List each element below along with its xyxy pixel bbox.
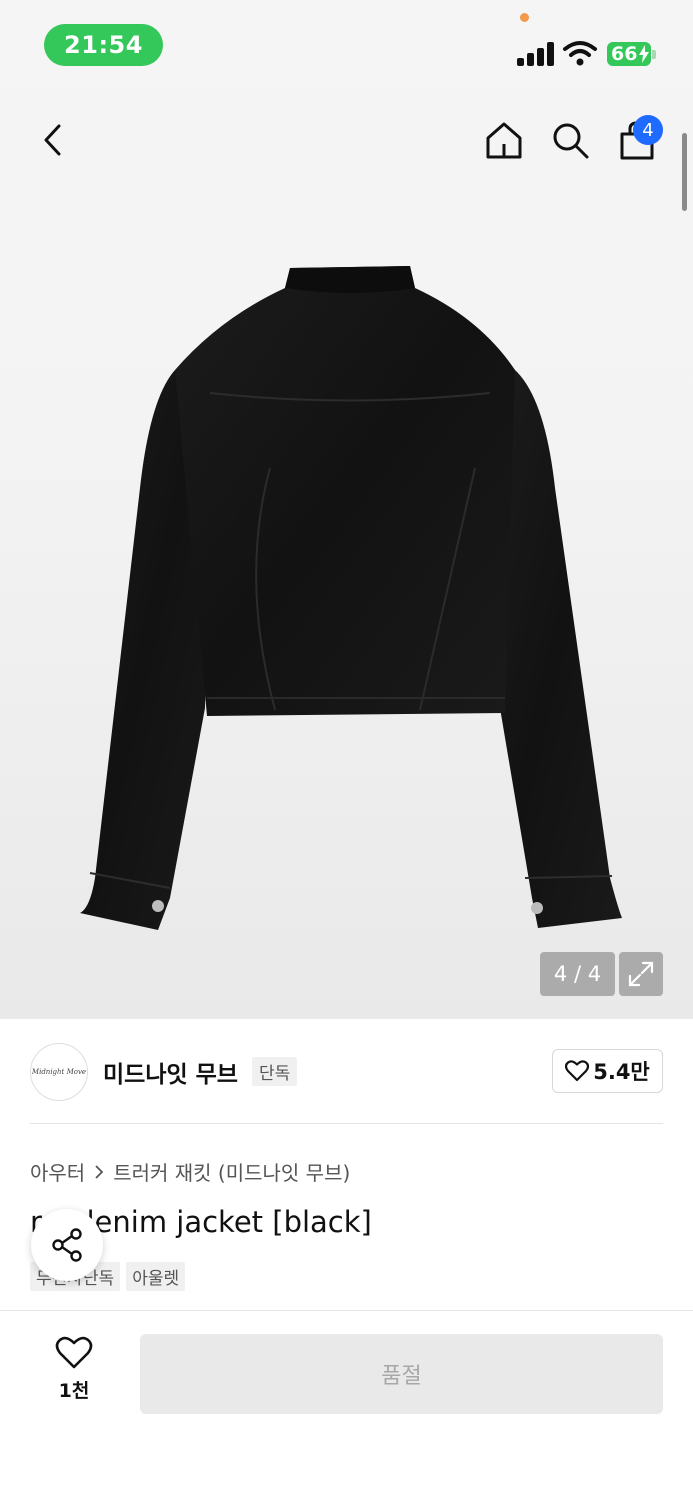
- product-image: [80, 266, 622, 930]
- signal-icon: [517, 42, 555, 66]
- brand-logo[interactable]: Midnight Move: [30, 1043, 88, 1101]
- battery-indicator: 66: [607, 42, 651, 66]
- battery-cap: [652, 50, 656, 59]
- status-time: 21:54: [44, 24, 163, 66]
- search-icon: [553, 123, 589, 159]
- privacy-indicator-dot: [520, 13, 529, 22]
- sold-out-button[interactable]: 품절: [140, 1334, 663, 1414]
- bottom-bar-divider: [0, 1310, 693, 1311]
- home-button[interactable]: [482, 118, 526, 162]
- heart-icon: [565, 1060, 590, 1082]
- wishlist-count: 1천: [58, 1380, 90, 1402]
- heart-icon: [55, 1336, 93, 1369]
- exclusive-badge: 단독: [252, 1057, 298, 1086]
- charging-icon: [639, 45, 650, 63]
- divider: [30, 1123, 663, 1124]
- wifi-icon: [563, 40, 597, 66]
- chevron-left-icon: [44, 124, 61, 156]
- brand-like-button[interactable]: 5.4만: [552, 1049, 663, 1093]
- breadcrumb-subcategory[interactable]: 트러커 재킷 (미드나잇 무브): [113, 1157, 350, 1186]
- home-icon: [486, 122, 522, 159]
- brand-logo-text: Midnight Move: [31, 1068, 87, 1076]
- expand-icon: [628, 961, 654, 987]
- chevron-right-icon: [95, 1164, 104, 1179]
- share-icon: [52, 1228, 82, 1262]
- tag-outlet: 아울렛: [126, 1262, 186, 1291]
- expand-button[interactable]: [619, 952, 663, 996]
- breadcrumb-category[interactable]: 아우터: [30, 1157, 85, 1186]
- image-counter: 4 / 4: [540, 952, 615, 996]
- brand-like-count: 5.4만: [593, 1060, 650, 1084]
- search-button[interactable]: [548, 118, 592, 162]
- back-button[interactable]: [30, 118, 74, 162]
- breadcrumb: 아우터 트러커 재킷 (미드나잇 무브): [30, 1157, 350, 1186]
- share-button[interactable]: [31, 1209, 103, 1281]
- scrollbar[interactable]: [682, 133, 687, 211]
- brand-name-link[interactable]: 미드나잇 무브: [103, 1055, 238, 1089]
- product-image-gallery[interactable]: 21:54 66 4 4 / 4: [0, 0, 693, 1019]
- wishlist-button[interactable]: 1천: [43, 1336, 105, 1410]
- battery-level: 66: [611, 43, 638, 65]
- cart-count-badge: 4: [633, 115, 663, 145]
